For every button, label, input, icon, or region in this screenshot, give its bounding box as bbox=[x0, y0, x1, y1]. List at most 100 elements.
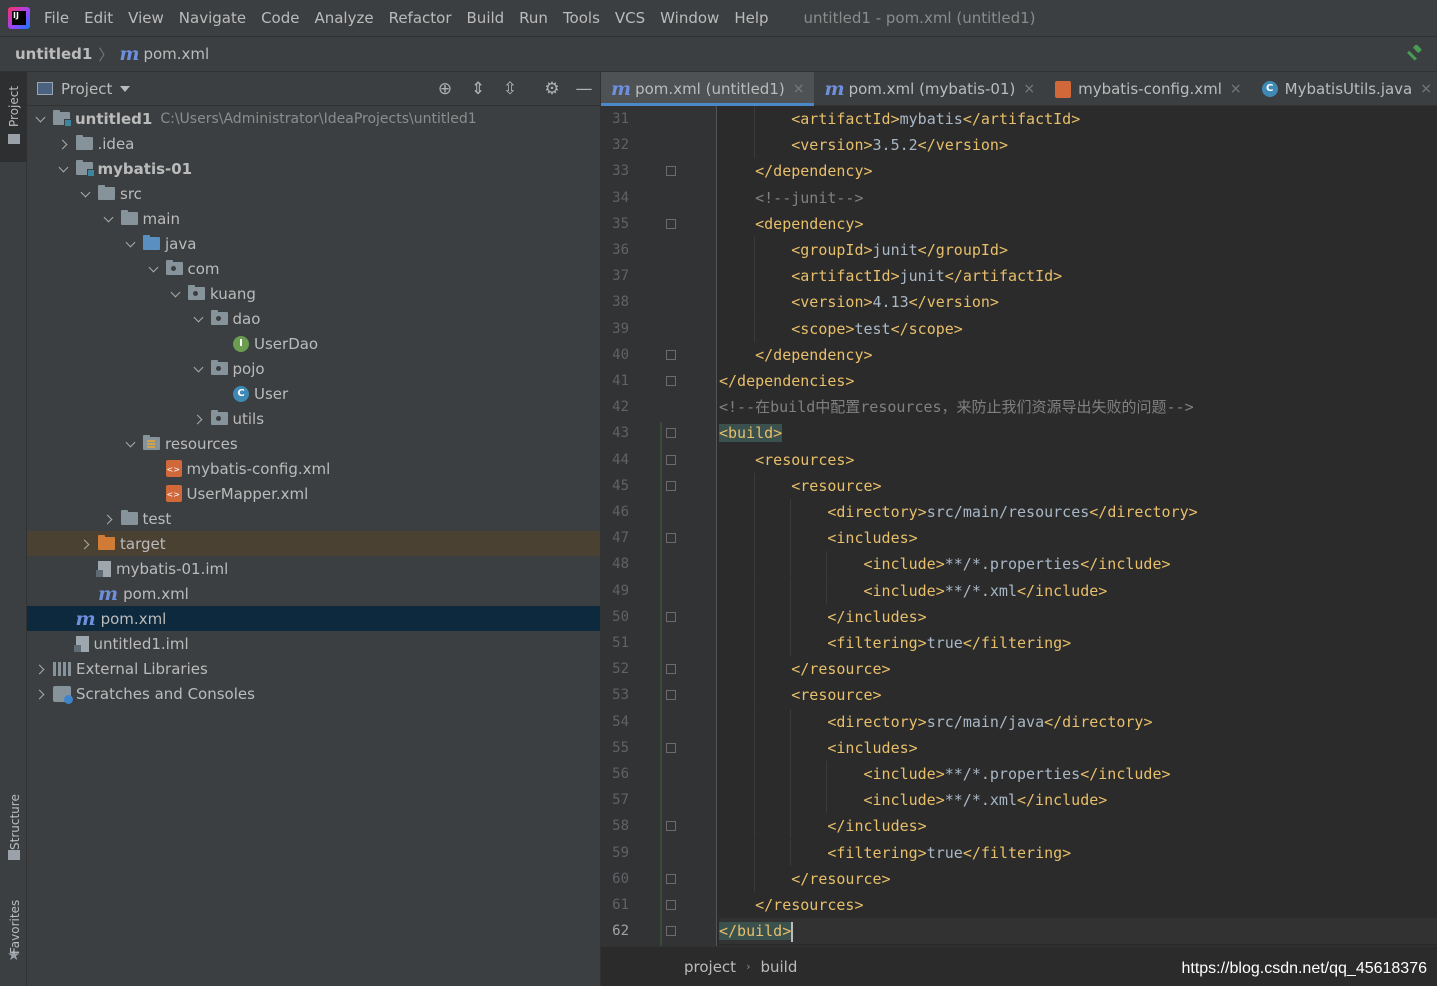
tree-item[interactable]: .idea bbox=[27, 131, 600, 156]
dropdown-caret-icon[interactable] bbox=[120, 85, 131, 92]
tree-item[interactable]: main bbox=[27, 206, 600, 231]
menu-file[interactable]: File bbox=[44, 9, 69, 27]
editor-tab[interactable]: m pom.xml (untitled1) × bbox=[601, 72, 815, 106]
tree-item[interactable]: untitled1 C:\Users\Administrator\IdeaProj… bbox=[27, 106, 600, 131]
code-line[interactable]: <resource> bbox=[719, 472, 1437, 499]
chevron-down-icon[interactable] bbox=[170, 287, 184, 301]
code-line[interactable]: </resources> bbox=[719, 892, 1437, 918]
code-line[interactable]: <resource> bbox=[719, 682, 1437, 709]
breadcrumb-build[interactable]: build bbox=[760, 958, 797, 976]
fold-marker-icon[interactable] bbox=[666, 349, 676, 360]
build-hammer-icon[interactable] bbox=[1405, 45, 1423, 63]
project-view-selector[interactable]: Project bbox=[61, 80, 112, 98]
chevron-right-icon[interactable] bbox=[35, 687, 49, 701]
code-line[interactable]: <version>4.13</version> bbox=[719, 289, 1437, 316]
tree-item[interactable]: untitled1.iml bbox=[27, 631, 600, 656]
tree-item[interactable]: com bbox=[27, 256, 600, 281]
tree-item[interactable]: Scratches and Consoles bbox=[27, 681, 600, 706]
chevron-down-icon[interactable] bbox=[80, 187, 94, 201]
code-line[interactable]: </dependency> bbox=[719, 342, 1437, 368]
tree-item[interactable]: UserMapper.xml bbox=[27, 481, 600, 506]
code-line[interactable]: <!--在build中配置resources，来防止我们资源导出失败的问题--> bbox=[719, 394, 1437, 420]
chevron-right-icon[interactable] bbox=[35, 662, 49, 676]
editor-tab[interactable]: C MybatisUtils.java × bbox=[1252, 72, 1437, 106]
code-line[interactable]: <resources> bbox=[719, 447, 1437, 473]
code-line[interactable]: <groupId>junit</groupId> bbox=[719, 237, 1437, 263]
code-line[interactable]: <build> bbox=[719, 420, 1437, 446]
fold-marker-icon[interactable] bbox=[666, 166, 676, 177]
close-tab-icon[interactable]: × bbox=[1420, 81, 1432, 97]
menu-navigate[interactable]: Navigate bbox=[179, 9, 246, 27]
tree-item[interactable]: mybatis-01 bbox=[27, 156, 600, 181]
chevron-right-icon[interactable] bbox=[103, 512, 117, 526]
chevron-down-icon[interactable] bbox=[58, 162, 72, 176]
tree-item[interactable]: I UserDao bbox=[27, 331, 600, 356]
code-line[interactable]: </build> bbox=[719, 918, 1437, 945]
menu-analyze[interactable]: Analyze bbox=[314, 9, 373, 27]
code-line[interactable]: </includes> bbox=[719, 603, 1437, 630]
code-line[interactable]: </resource> bbox=[719, 656, 1437, 683]
menu-build[interactable]: Build bbox=[467, 9, 505, 27]
chevron-down-icon[interactable] bbox=[148, 262, 162, 276]
chevron-down-icon[interactable] bbox=[193, 312, 207, 326]
code-line[interactable]: <artifactId>mybatis</artifactId> bbox=[719, 106, 1437, 132]
tree-item[interactable]: mybatis-01.iml bbox=[27, 556, 600, 581]
chevron-down-icon[interactable] bbox=[35, 112, 49, 126]
chevron-down-icon[interactable] bbox=[125, 437, 139, 451]
code-line[interactable]: <include>**/*.properties</include> bbox=[719, 761, 1437, 787]
hide-panel-icon[interactable]: — bbox=[575, 80, 593, 98]
tree-item[interactable]: src bbox=[27, 181, 600, 206]
menu-edit[interactable]: Edit bbox=[84, 9, 113, 27]
locate-file-icon[interactable]: ⊕ bbox=[436, 80, 454, 98]
menu-tools[interactable]: Tools bbox=[563, 9, 600, 27]
fold-marker-icon[interactable] bbox=[666, 454, 676, 465]
tree-item[interactable]: test bbox=[27, 506, 600, 531]
structure-tool-tab[interactable]: Structure bbox=[0, 782, 27, 862]
tree-item[interactable]: kuang bbox=[27, 281, 600, 306]
menu-refactor[interactable]: Refactor bbox=[389, 9, 452, 27]
fold-marker-icon[interactable] bbox=[666, 218, 676, 229]
code-line[interactable]: <directory>src/main/resources</directory… bbox=[719, 499, 1437, 525]
fold-marker-icon[interactable] bbox=[666, 664, 676, 675]
chevron-down-icon[interactable] bbox=[193, 362, 207, 376]
code-editor[interactable]: 31 32 33 34 35 36 37 38 39 40 41 42 43 44 45 46 47 48 49 50… bbox=[601, 106, 1437, 946]
fold-marker-icon[interactable] bbox=[666, 533, 676, 544]
tree-item[interactable]: m pom.xml bbox=[27, 606, 600, 631]
code-line[interactable]: <version>3.5.2</version> bbox=[719, 132, 1437, 159]
menu-vcs[interactable]: VCS bbox=[615, 9, 645, 27]
editor-tab[interactable]: mybatis-config.xml × bbox=[1045, 72, 1252, 106]
chevron-down-icon[interactable] bbox=[125, 237, 139, 251]
tree-item[interactable]: mybatis-config.xml bbox=[27, 456, 600, 481]
code-line[interactable]: <includes> bbox=[719, 525, 1437, 552]
menu-code[interactable]: Code bbox=[261, 9, 299, 27]
close-tab-icon[interactable]: × bbox=[1023, 81, 1035, 97]
close-tab-icon[interactable]: × bbox=[1230, 81, 1242, 97]
expand-all-icon[interactable]: ⇕ bbox=[469, 80, 487, 98]
code-line[interactable]: <directory>src/main/java</directory> bbox=[719, 708, 1437, 735]
tree-item[interactable]: java bbox=[27, 231, 600, 256]
fold-marker-icon[interactable] bbox=[666, 821, 676, 832]
tree-item[interactable]: m pom.xml bbox=[27, 581, 600, 606]
nav-project-crumb[interactable]: untitled1 bbox=[15, 45, 92, 63]
favorites-tool-tab[interactable]: ★ Favorites bbox=[0, 884, 27, 974]
fold-marker-icon[interactable] bbox=[666, 926, 676, 937]
tree-item[interactable]: utils bbox=[27, 406, 600, 431]
gear-icon[interactable]: ⚙ bbox=[543, 80, 561, 98]
project-tool-tab[interactable]: Project bbox=[0, 72, 27, 162]
chevron-down-icon[interactable] bbox=[103, 212, 117, 226]
code-line[interactable]: <scope>test</scope> bbox=[719, 315, 1437, 342]
menu-window[interactable]: Window bbox=[660, 9, 719, 27]
chevron-right-icon[interactable] bbox=[58, 137, 72, 151]
tree-item[interactable]: resources bbox=[27, 431, 600, 456]
code-line[interactable]: <includes> bbox=[719, 734, 1437, 761]
fold-marker-icon[interactable] bbox=[666, 376, 676, 386]
editor-tab[interactable]: m pom.xml (mybatis-01) × bbox=[814, 72, 1045, 106]
menu-run[interactable]: Run bbox=[519, 9, 548, 27]
collapse-all-icon[interactable]: ⇳ bbox=[501, 80, 519, 98]
tree-item[interactable]: C User bbox=[27, 381, 600, 406]
chevron-right-icon[interactable] bbox=[80, 537, 94, 551]
fold-marker-icon[interactable] bbox=[666, 611, 676, 622]
fold-marker-icon[interactable] bbox=[666, 480, 676, 491]
fold-marker-icon[interactable] bbox=[666, 428, 676, 439]
code-line[interactable]: </dependency> bbox=[719, 158, 1437, 184]
